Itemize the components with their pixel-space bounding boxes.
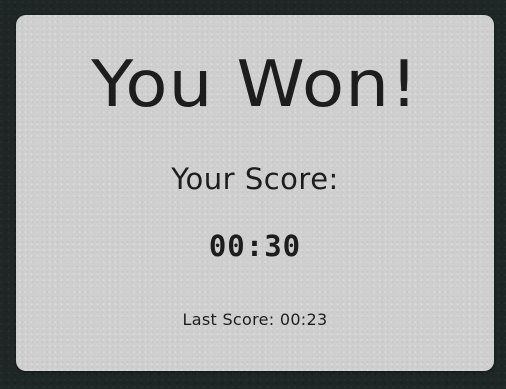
win-title: You Won! xyxy=(91,48,419,122)
win-panel: You Won! Your Score: 00:30 Last Score: 0… xyxy=(16,15,494,371)
score-value: 00:30 xyxy=(208,229,302,263)
score-label: Your Score: xyxy=(171,162,339,196)
last-score: Last Score: 00:23 xyxy=(182,310,328,329)
